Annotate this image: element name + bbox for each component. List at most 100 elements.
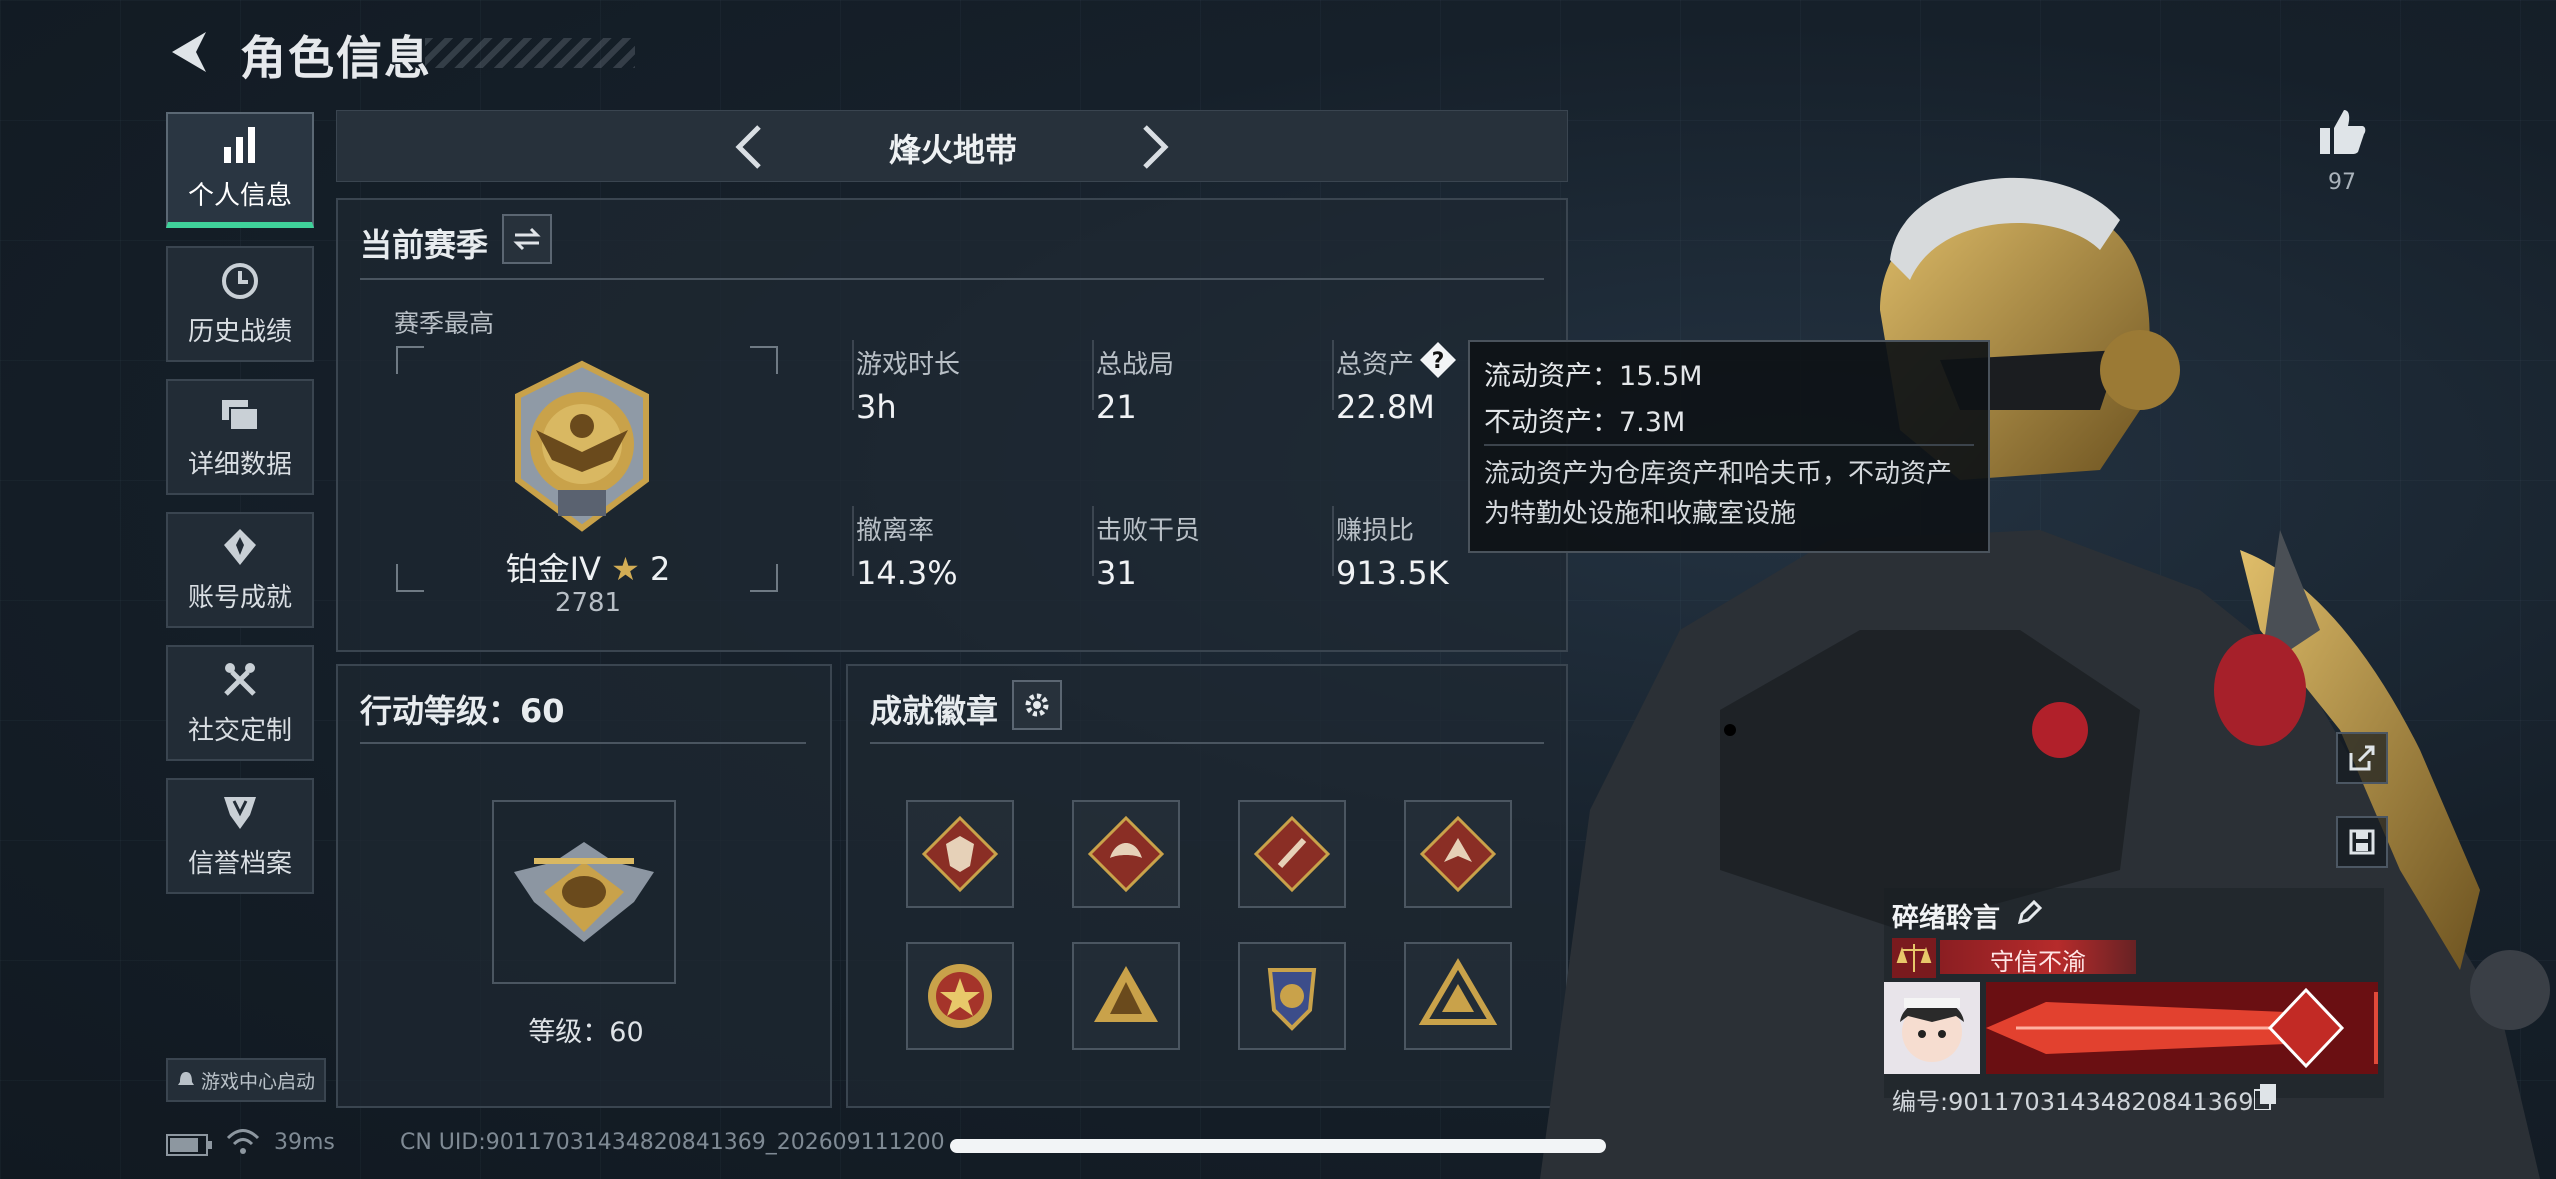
sidebar-item-personal-info[interactable]: 个人信息	[166, 112, 314, 228]
season-switch-button[interactable]	[502, 214, 552, 264]
sidebar-item-social[interactable]: 社交定制	[166, 645, 314, 761]
player-id-label: 编号:9011703143482084136​9	[1892, 1088, 2254, 1116]
bell-icon	[177, 1072, 194, 1085]
achievement-badge[interactable]	[1238, 800, 1346, 908]
tooltip-fixed-assets: 不动资产：7.3M	[1484, 407, 1686, 438]
achievement-badge[interactable]	[906, 800, 1014, 908]
achievement-badge[interactable]	[1404, 800, 1512, 908]
sidebar-item-label: 信誉档案	[187, 848, 292, 879]
pyramid-badge-icon	[1094, 966, 1158, 1022]
motto-text: 守信不渝	[1990, 948, 2086, 976]
tools-icon	[224, 662, 256, 696]
medal-icon	[224, 528, 256, 565]
achievements-panel: 成就徽章	[846, 664, 1568, 1108]
level-text: 等级：60	[528, 1017, 644, 1048]
edit-icon[interactable]	[2016, 898, 2044, 926]
like-button[interactable]	[2316, 106, 2368, 158]
clock-icon	[222, 262, 258, 299]
season-title: 当前赛季	[360, 226, 489, 264]
stat-value-playtime: 3h	[856, 388, 897, 426]
sidebar-item-label: 详细数据	[187, 449, 292, 480]
stat-label-extraction-rate: 撤离率	[856, 516, 935, 546]
frame-corner	[750, 346, 778, 374]
stat-label-total-assets: 总资产	[1336, 350, 1415, 380]
achievement-badge[interactable]	[906, 942, 1014, 1050]
crest-badge-icon	[1267, 968, 1317, 1031]
knife-badge-icon	[1253, 815, 1331, 893]
achievements-settings-button[interactable]	[1012, 680, 1062, 730]
back-button[interactable]	[160, 24, 216, 80]
stat-label-total-matches: 总战局	[1096, 350, 1175, 380]
bar-chart-icon	[224, 126, 255, 163]
title-decoration	[425, 38, 635, 68]
stat-label-playtime: 游戏时长	[856, 350, 961, 380]
mode-selector: 烽火地带	[336, 110, 1568, 182]
stat-value-total-assets: 22.8M	[1336, 388, 1435, 426]
stat-separator	[1332, 340, 1334, 410]
platinum-rank-emblem-icon	[515, 360, 649, 532]
frame-corner	[396, 564, 424, 592]
stat-separator	[852, 506, 854, 576]
player-name: 碎绪聆言	[1892, 903, 2000, 934]
swap-icon	[513, 227, 541, 251]
svg-text:?: ?	[1432, 349, 1445, 374]
achievement-badge[interactable]	[1404, 942, 1512, 1050]
stat-label-operators-defeated: 击败干员	[1096, 516, 1201, 546]
game-center-launch-button[interactable]: 游戏中心启动	[166, 1058, 326, 1102]
help-icon[interactable]: ?	[1418, 340, 1458, 380]
frame-corner	[750, 564, 778, 592]
stat-value-profit-ratio: 913.5K	[1336, 554, 1449, 592]
page-title: 角色信息	[240, 31, 432, 85]
avatar[interactable]	[1884, 982, 1980, 1074]
action-level-panel: 行动等级：60 等级：60	[336, 664, 832, 1108]
season-best-label: 赛季最高	[394, 309, 495, 338]
tooltip-liquid-assets: 流动资产：15.5M	[1484, 361, 1703, 392]
footer-uid: CN UID:9011703143482084136​9_20260911120…	[400, 1130, 945, 1155]
dragon-badge-icon	[1087, 815, 1165, 893]
sidebar-item-label: 社交定制	[187, 715, 292, 746]
frame-corner	[396, 346, 424, 374]
sword-banner-image	[1986, 982, 2378, 1074]
season-panel: 当前赛季 赛季最高 铂金IV ★ 2 2781 游戏时长 3h 总战局 21 总…	[336, 198, 1568, 652]
shield-icon	[224, 796, 256, 829]
save-button[interactable]	[2336, 816, 2388, 868]
stat-label-profit-ratio: 赚损比	[1336, 516, 1415, 546]
folder-icon	[222, 399, 259, 431]
stat-value-operators-defeated: 31	[1096, 554, 1137, 592]
divider	[360, 742, 806, 744]
copy-icon[interactable]	[2254, 1084, 2276, 1110]
stat-separator	[852, 340, 854, 410]
sidebar-item-history[interactable]: 历史战绩	[166, 246, 314, 362]
divider	[360, 278, 1544, 280]
avatar-image	[1900, 998, 1964, 1062]
divider	[870, 742, 1544, 744]
ping-text: 39ms	[274, 1130, 335, 1155]
chevron-right-icon[interactable]	[1129, 121, 1179, 173]
share-button[interactable]	[2336, 732, 2388, 784]
tooltip-description: 流动资产为仓库资产和哈夫币，不动资产为特勤处设施和收藏室设施	[1484, 459, 1953, 529]
achievement-badge[interactable]	[1072, 800, 1180, 908]
sidebar-item-achievements[interactable]: 账号成就	[166, 512, 314, 628]
achievements-title: 成就徽章	[870, 692, 999, 730]
gear-icon	[1025, 693, 1049, 717]
sidebar-item-reputation[interactable]: 信誉档案	[166, 778, 314, 894]
sidebar-item-detailed-data[interactable]: 详细数据	[166, 379, 314, 495]
name-card-banner	[1986, 982, 2378, 1074]
home-indicator[interactable]	[950, 1139, 1606, 1153]
stat-value-extraction-rate: 14.3%	[856, 554, 958, 592]
achievement-badge[interactable]	[1072, 942, 1180, 1050]
stat-separator	[1092, 340, 1094, 410]
wolf-badge-icon	[921, 815, 999, 893]
rank-name: 铂金IV	[505, 550, 601, 588]
level-emblem-frame	[492, 800, 676, 984]
star-icon: ★	[611, 550, 640, 588]
launch-label: 游戏中心启动	[200, 1070, 315, 1093]
achievement-badge[interactable]	[1238, 942, 1346, 1050]
stat-separator	[1332, 506, 1334, 576]
battery-icon	[166, 1134, 212, 1156]
sidebar-item-label: 历史战绩	[187, 316, 292, 347]
share-icon	[2349, 745, 2375, 771]
triangle-badge-icon	[1418, 958, 1498, 1025]
eagle-badge-icon	[1419, 815, 1497, 893]
stat-value-total-matches: 21	[1096, 388, 1137, 426]
